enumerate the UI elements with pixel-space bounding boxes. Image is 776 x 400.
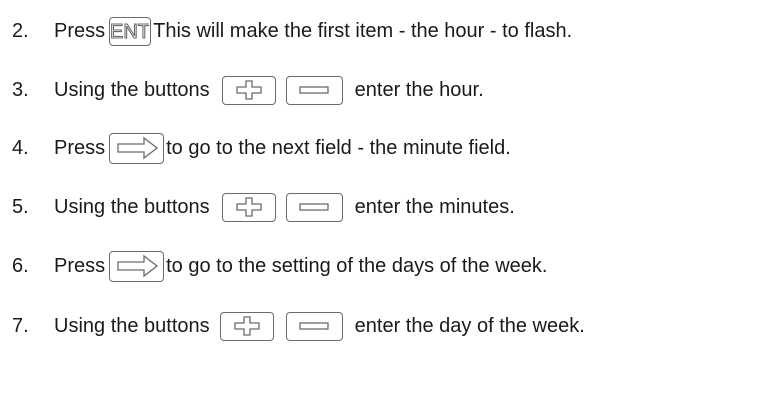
step-6: 6. Press to go to the setting of the day…	[8, 250, 547, 282]
instruction-steps: 2. Press ENT This will make the first it…	[0, 0, 776, 400]
step-2: 2. Press ENT This will make the first it…	[8, 15, 572, 47]
step-text-before: Using the buttons	[54, 79, 210, 101]
plus-key-icon	[221, 75, 276, 105]
step-text-before: Using the buttons	[54, 196, 210, 218]
minus-key-icon	[285, 75, 343, 105]
step-number: 2.	[12, 20, 29, 42]
step-number: 7.	[12, 315, 29, 337]
next-arrow-key-icon	[109, 250, 165, 282]
step-text-after: enter the day of the week.	[354, 315, 585, 337]
step-number: 3.	[12, 79, 29, 101]
plus-key-icon	[221, 192, 276, 222]
step-number: 5.	[12, 196, 29, 218]
step-3: 3. Using the buttons enter the hour.	[8, 74, 484, 106]
step-4: 4. Press to go to the next field - the m…	[8, 132, 511, 164]
ent-key-label: ENT	[111, 21, 149, 43]
step-number: 4.	[12, 137, 29, 159]
step-text-after: This will make the first item - the hour…	[153, 20, 573, 42]
minus-key-icon	[285, 192, 343, 222]
step-7: 7. Using the buttons enter the day of th…	[8, 310, 585, 342]
minus-key-icon	[285, 311, 343, 341]
step-number: 6.	[12, 255, 29, 277]
step-text-after: to go to the setting of the days of the …	[166, 255, 548, 277]
step-text-before: Press	[54, 255, 106, 277]
step-text-before: Using the buttons	[54, 315, 210, 337]
step-text-before: Press	[54, 137, 106, 159]
ent-key-icon: ENT	[109, 16, 152, 46]
step-text-before: Press	[54, 20, 106, 42]
step-text-after: to go to the next field - the minute fie…	[166, 137, 511, 159]
step-text-after: enter the hour.	[354, 79, 484, 101]
step-text-after: enter the minutes.	[354, 196, 515, 218]
step-5: 5. Using the buttons enter the minutes.	[8, 191, 515, 223]
plus-key-icon	[219, 311, 274, 341]
next-arrow-key-icon	[109, 132, 165, 164]
